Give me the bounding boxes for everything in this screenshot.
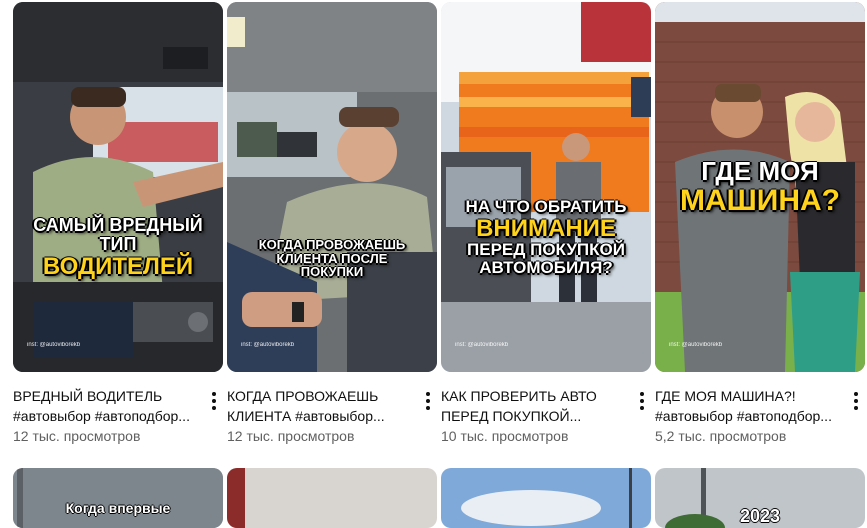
title-line-1: ГДЕ МОЯ МАШИНА?! [655, 388, 796, 404]
view-count: 5,2 тыс. просмотров [655, 428, 787, 444]
thumbnail-caption: САМЫЙ ВРЕДНЫЙ ТИП ВОДИТЕЛЕЙ [13, 216, 223, 279]
video-title[interactable]: КАК ПРОВЕРИТЬ АВТО ПЕРЕД ПОКУПКОЙ... [441, 386, 623, 426]
video-thumbnail[interactable]: САМЫЙ ВРЕДНЫЙ ТИП ВОДИТЕЛЕЙ inst: @autov… [13, 2, 223, 372]
video-title[interactable]: ГДЕ МОЯ МАШИНА?! #автовыбор #автоподбор.… [655, 386, 837, 426]
more-options-icon[interactable] [203, 389, 225, 413]
caption-line-3: ПЕРЕД ПОКУПКОЙ [467, 240, 625, 260]
video-thumbnail[interactable]: НА ЧТО ОБРАТИТЬ ВНИМАНИЕ ПЕРЕД ПОКУПКОЙ … [441, 2, 651, 372]
view-count: 12 тыс. просмотров [227, 428, 355, 444]
video-card-3[interactable]: НА ЧТО ОБРАТИТЬ ВНИМАНИЕ ПЕРЕД ПОКУПКОЙ … [441, 0, 651, 460]
more-options-icon[interactable] [631, 389, 653, 413]
thumbnail-caption: НА ЧТО ОБРАТИТЬ ВНИМАНИЕ ПЕРЕД ПОКУПКОЙ … [441, 198, 651, 277]
video-thumbnail[interactable]: КОГДА ПРОВОЖАЕШЬ КЛИЕНТА ПОСЛЕ ПОКУПКИ i… [227, 2, 437, 372]
title-line-2: #автовыбор #автоподбор... [13, 408, 190, 424]
title-line-1: ВРЕДНЫЙ ВОДИТЕЛЬ [13, 388, 163, 404]
caption-yellow: МАШИНА? [679, 184, 841, 218]
watermark: inst: @autoviborekb [455, 342, 509, 348]
caption-yellow: ВОДИТЕЛЕЙ [42, 252, 194, 280]
view-count: 10 тыс. просмотров [441, 428, 569, 444]
caption-white: КОГДА ПРОВОЖАЕШЬ КЛИЕНТА ПОСЛЕ ПОКУПКИ [258, 237, 406, 280]
title-line-1: КАК ПРОВЕРИТЬ АВТО [441, 388, 597, 404]
video-thumbnail-row2-1[interactable]: Когда впервые [13, 468, 223, 528]
caption-yellow: ВНИМАНИЕ [476, 214, 616, 242]
thumbnail-caption: Когда впервые [65, 500, 171, 516]
watermark: inst: @autoviborekb [669, 342, 723, 348]
video-title[interactable]: КОГДА ПРОВОЖАЕШЬ КЛИЕНТА #автовыбор... [227, 386, 409, 426]
title-line-1: КОГДА ПРОВОЖАЕШЬ [227, 388, 379, 404]
view-count: 12 тыс. просмотров [13, 428, 141, 444]
title-line-2: КЛИЕНТА #автовыбор... [227, 408, 385, 424]
more-options-icon[interactable] [417, 389, 439, 413]
thumbnail-caption: ГДЕ МОЯ МАШИНА? [655, 156, 865, 218]
thumbnail-caption: 2023 [739, 506, 781, 526]
video-card-1[interactable]: САМЫЙ ВРЕДНЫЙ ТИП ВОДИТЕЛЕЙ inst: @autov… [13, 0, 223, 460]
caption-white: ГДЕ МОЯ [701, 156, 819, 186]
thumbnail-caption: КОГДА ПРОВОЖАЕШЬ КЛИЕНТА ПОСЛЕ ПОКУПКИ [227, 238, 437, 279]
video-card-4[interactable]: ГДЕ МОЯ МАШИНА? inst: @autoviborekb ГДЕ … [655, 0, 865, 460]
video-thumbnail[interactable]: ГДЕ МОЯ МАШИНА? inst: @autoviborekb [655, 2, 865, 372]
video-thumbnail-row2-4[interactable]: 2023 [655, 468, 865, 528]
video-title[interactable]: ВРЕДНЫЙ ВОДИТЕЛЬ #автовыбор #автоподбор.… [13, 386, 195, 426]
video-card-2[interactable]: КОГДА ПРОВОЖАЕШЬ КЛИЕНТА ПОСЛЕ ПОКУПКИ i… [227, 0, 437, 460]
watermark: inst: @autoviborekb [27, 342, 81, 348]
video-thumbnail-row2-2[interactable] [227, 468, 437, 528]
caption-white: САМЫЙ ВРЕДНЫЙ ТИП [33, 215, 203, 254]
more-options-icon[interactable] [845, 389, 867, 413]
video-thumbnail-row2-3[interactable] [441, 468, 651, 528]
title-line-2: #автовыбор #автоподбор... [655, 408, 832, 424]
watermark: inst: @autoviborekb [241, 342, 295, 348]
caption-line-1: НА ЧТО ОБРАТИТЬ [465, 197, 627, 216]
caption-line-4: АВТОМОБИЛЯ? [479, 257, 613, 277]
title-line-2: ПЕРЕД ПОКУПКОЙ... [441, 408, 582, 424]
